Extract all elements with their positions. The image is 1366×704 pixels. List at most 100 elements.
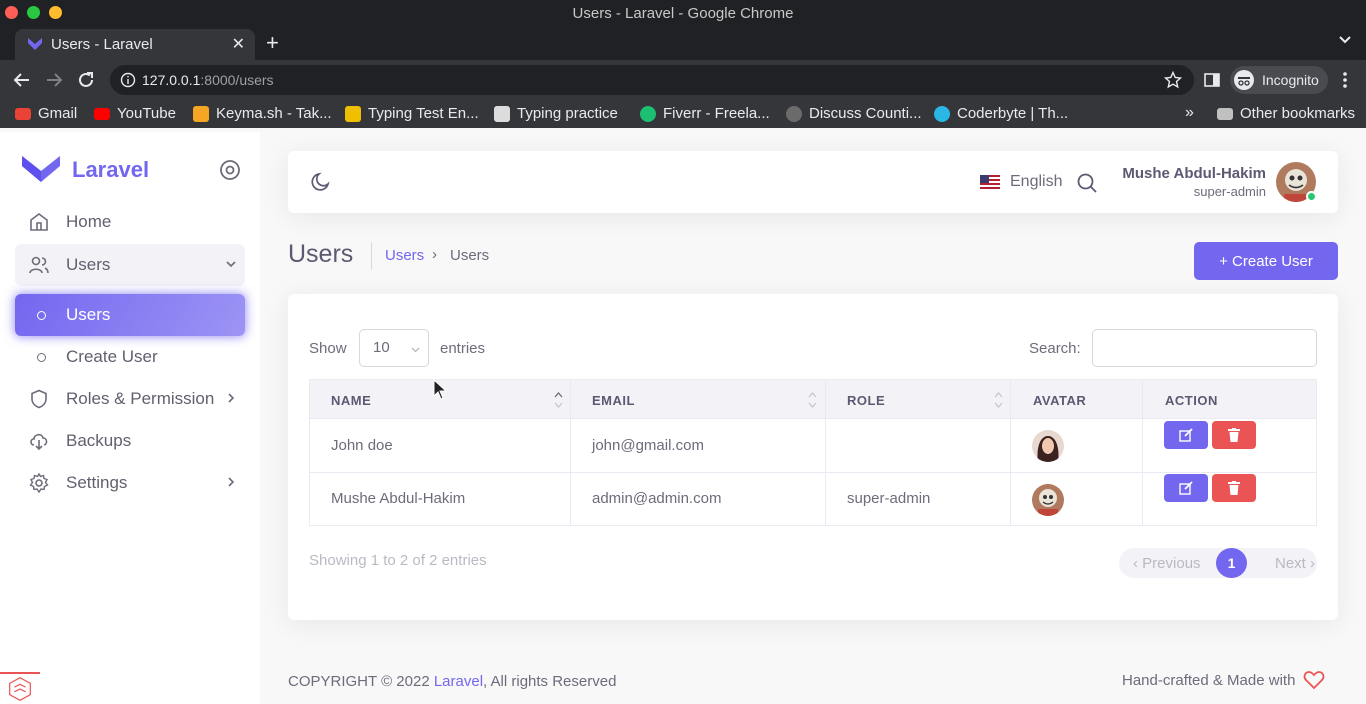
sidebar-subitem-users[interactable]: Users xyxy=(15,294,245,336)
forward-icon[interactable] xyxy=(43,69,65,91)
column-header-name[interactable]: NAME xyxy=(331,393,371,408)
brand-name[interactable]: Laravel xyxy=(72,157,149,183)
language-dropdown[interactable]: English xyxy=(980,173,1062,191)
table-header: NAME EMAIL ROLE AVATAR ACTION xyxy=(310,380,1316,419)
gear-icon xyxy=(29,473,49,493)
chevron-down-icon xyxy=(226,261,236,268)
download-cloud-icon xyxy=(30,433,48,451)
bookmark-youtube[interactable]: YouTube xyxy=(94,105,176,122)
bookmark-fiverr[interactable]: Fiverr - Freela... xyxy=(640,105,770,122)
other-bookmarks[interactable]: Other bookmarks xyxy=(1217,105,1355,122)
breadcrumb-link[interactable]: Users xyxy=(385,247,424,264)
bookmark-star-icon[interactable] xyxy=(1164,71,1182,89)
create-user-button[interactable]: + Create User xyxy=(1194,242,1338,280)
column-header-avatar: AVATAR xyxy=(1033,393,1087,408)
delete-button[interactable] xyxy=(1212,421,1256,449)
edit-button[interactable] xyxy=(1164,421,1208,449)
side-panel-icon[interactable] xyxy=(1204,72,1220,88)
fiverr-icon xyxy=(640,105,656,122)
language-label: English xyxy=(1010,173,1063,190)
title-divider xyxy=(371,242,372,270)
sidebar-item-label: Users xyxy=(66,255,111,274)
typing-practice-icon xyxy=(494,105,510,122)
bookmark-discuss[interactable]: Discuss Counti... xyxy=(786,105,922,122)
next-page-button[interactable]: Next › xyxy=(1275,555,1315,572)
sidebar-item-home[interactable]: Home xyxy=(15,201,245,243)
search-icon[interactable] xyxy=(1076,172,1098,194)
more-bookmarks-icon[interactable]: » xyxy=(1185,104,1194,122)
column-divider xyxy=(570,380,571,525)
bookmark-keymash[interactable]: Keyma.sh - Tak... xyxy=(193,105,332,122)
previous-label: Previous xyxy=(1142,555,1201,572)
tab-title: Users - Laravel xyxy=(51,36,153,53)
sidebar-item-backups[interactable]: Backups xyxy=(15,420,245,462)
sidebar-item-roles[interactable]: Roles & Permission xyxy=(15,378,245,420)
bookmark-label: Discuss Counti... xyxy=(809,105,922,122)
bookmark-label: Keyma.sh - Tak... xyxy=(216,105,332,122)
incognito-icon xyxy=(1234,70,1254,90)
omnibox[interactable]: 127.0.0.1:8000/users xyxy=(110,65,1194,95)
bookmark-coderbyte[interactable]: Coderbyte | Th... xyxy=(934,105,1068,122)
moon-icon[interactable] xyxy=(310,171,332,193)
bookmark-label: Other bookmarks xyxy=(1240,105,1356,122)
incognito-badge[interactable]: Incognito xyxy=(1230,66,1328,94)
page-1-button[interactable]: 1 xyxy=(1216,548,1247,578)
user-role: super-admin xyxy=(1193,184,1266,199)
sidebar-item-users[interactable]: Users xyxy=(15,244,245,286)
window-title: Users - Laravel - Google Chrome xyxy=(572,5,794,22)
pagination: ‹ Previous 1 Next › xyxy=(1119,548,1317,578)
tab-search-icon[interactable] xyxy=(1338,32,1352,46)
new-tab-button[interactable]: + xyxy=(266,30,279,56)
bookmark-label: Gmail xyxy=(38,105,78,122)
sort-icon[interactable] xyxy=(808,391,817,409)
collapse-sidebar-icon[interactable] xyxy=(219,159,241,181)
copyright-prefix: COPYRIGHT © 2022 xyxy=(288,673,434,690)
sort-icon[interactable] xyxy=(994,391,1003,409)
cell-role: super-admin xyxy=(847,490,931,507)
edit-button[interactable] xyxy=(1164,474,1208,502)
sidebar-subitem-create-user[interactable]: Create User xyxy=(15,336,245,378)
users-icon xyxy=(29,256,49,274)
bookmark-typing-test[interactable]: Typing Test En... xyxy=(345,105,479,122)
sidebar-item-settings[interactable]: Settings xyxy=(15,462,245,504)
avatar xyxy=(1032,430,1064,462)
browser-tab[interactable]: Users - Laravel ✕ xyxy=(15,29,255,60)
sidebar-item-label: Create User xyxy=(66,347,158,366)
table-search-input[interactable] xyxy=(1092,329,1317,367)
url-host: 127.0.0.1 xyxy=(142,72,201,88)
bookmark-gmail[interactable]: Gmail xyxy=(15,105,77,122)
trash-icon xyxy=(1228,428,1240,442)
url-text[interactable]: 127.0.0.1:8000/users xyxy=(142,72,274,88)
site-info-icon[interactable] xyxy=(120,72,136,88)
back-icon[interactable] xyxy=(11,69,33,91)
sort-icon[interactable] xyxy=(554,391,563,409)
sidebar-item-label: Users xyxy=(66,305,111,324)
typing-test-icon xyxy=(345,105,361,122)
address-bar-row: 127.0.0.1:8000/users Incognito xyxy=(0,60,1366,100)
edit-icon xyxy=(1179,481,1193,495)
bookmark-label: Coderbyte | Th... xyxy=(957,105,1069,122)
chrome-menu-icon[interactable] xyxy=(1340,70,1350,90)
previous-page-button[interactable]: ‹ Previous xyxy=(1133,555,1201,572)
footer-copyright: COPYRIGHT © 2022 Laravel, All rights Res… xyxy=(288,673,616,690)
footer-laravel-link[interactable]: Laravel xyxy=(434,673,483,690)
tab-strip: Users - Laravel ✕ + xyxy=(0,26,1366,60)
column-header-email[interactable]: EMAIL xyxy=(592,393,635,408)
page-title: Users xyxy=(288,240,354,268)
column-header-action: ACTION xyxy=(1165,393,1218,408)
reload-icon[interactable] xyxy=(75,69,97,91)
coderbyte-icon xyxy=(934,105,950,122)
circle-icon xyxy=(37,353,46,362)
column-header-role[interactable]: ROLE xyxy=(847,393,885,408)
youtube-icon xyxy=(94,107,110,120)
chevron-right-icon xyxy=(228,477,235,487)
delete-button[interactable] xyxy=(1212,474,1256,502)
close-tab-icon[interactable]: ✕ xyxy=(232,34,245,54)
bookmark-typing-practice[interactable]: Typing practice xyxy=(494,105,618,122)
brand-logo-icon[interactable] xyxy=(22,156,60,182)
laravel-debugbar-icon[interactable] xyxy=(0,672,40,704)
entries-select[interactable]: 10 xyxy=(359,329,429,367)
us-flag-icon xyxy=(980,175,1000,189)
user-name[interactable]: Mushe Abdul-Hakim xyxy=(1122,165,1266,182)
mouse-cursor-icon xyxy=(433,379,447,400)
